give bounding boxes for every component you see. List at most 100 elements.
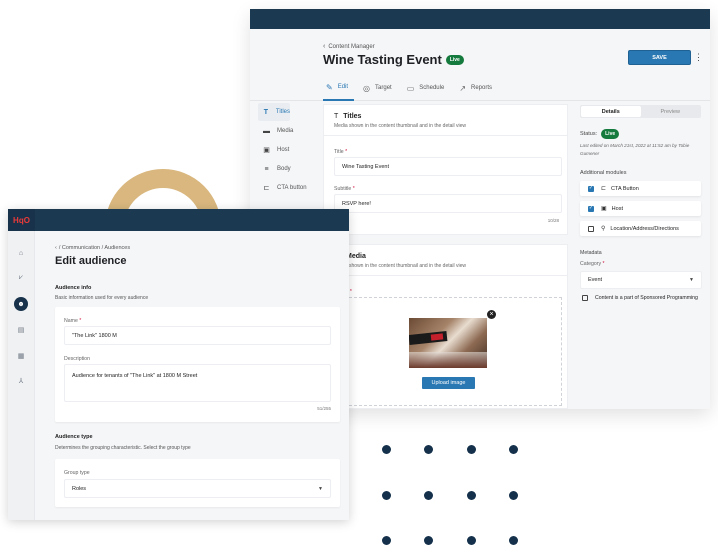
caret-down-icon: ▼ [318,485,323,492]
more-options-icon[interactable]: ⋮ [694,52,703,62]
breadcrumb[interactable]: ‹ / Communication / Audiences [55,245,130,251]
name-input[interactable]: "The Link" 1800 M [64,326,331,345]
person-box-icon: ▣ [263,147,270,154]
chevron-left-icon: ‹ [323,43,326,50]
person-box-icon: ▣ [601,206,607,212]
top-app-bar: HqO [8,209,349,231]
metadata-heading: Metadata [580,250,602,256]
checkbox-icon[interactable] [588,225,594,232]
module-cta-button[interactable]: ✓ ⊏ CTA Button [580,181,701,196]
title-input[interactable]: Wine Tasting Event [334,157,562,176]
sidebar: ⌂ ⩗ ☻ ▤ ▦ ⅄ [8,231,35,520]
decorative-dot [467,536,476,545]
checkbox-checked-icon[interactable]: ✓ [588,185,594,192]
audience-type-subtitle: Determines the grouping characteristic. … [55,445,191,451]
tab-reports[interactable]: ↗ Reports [456,75,498,101]
chart-icon[interactable]: ⩗ [14,271,28,285]
nav-item-host[interactable]: ▣ Host [258,141,320,159]
decorative-dot [424,491,433,500]
description-textarea[interactable]: Audience for tenants of "The Link" at 18… [64,364,331,402]
image-dropzone[interactable]: × Upload image [334,297,562,406]
titles-card: T Titles Media shown in the content thumb… [323,104,568,235]
calendar-icon: ▭ [406,83,415,93]
module-host[interactable]: ✓ ▣ Host [580,201,701,216]
remove-image-icon[interactable]: × [487,310,496,319]
audience-info-subtitle: Basic information used for every audienc… [55,295,149,301]
image-icon: ▬ [263,127,270,135]
group-type-label: Group type [64,470,90,476]
decorative-dot [424,445,433,454]
details-panel: Details Preview Status: Live Last edited … [570,101,710,406]
decorative-dot [424,536,433,545]
grid-icon[interactable]: ▦ [14,349,28,363]
location-pin-icon: ⚲ [601,226,606,232]
target-icon: ◎ [363,83,371,93]
section-nav: T Titles ▬ Media ▣ Host ≡ Body ⊏ CTA button [258,103,320,198]
text-icon: T [334,113,339,120]
name-label: Name * [64,318,82,324]
description-label: Description [64,356,90,362]
hqo-logo[interactable]: HqO [8,209,35,231]
page-header: ‹ Content Manager Wine Tasting Event Live … [250,29,710,101]
tab-schedule[interactable]: ▭ Schedule [404,75,451,101]
thumbnail-image [409,318,487,368]
subtitle-input[interactable]: RSVP here! [334,194,562,213]
trend-icon: ↗ [459,83,467,93]
audience-icon[interactable]: ☻ [14,297,28,311]
media-card: ▬Media Media shown in the content thumbn… [323,244,568,409]
last-edited-text: Last edited on March 21st, 2022 at 11:52… [580,143,690,156]
decorative-dot [382,491,391,500]
category-label: Category * [580,261,605,267]
audience-editor-window: HqO ⌂ ⩗ ☻ ▤ ▦ ⅄ ‹ / Communication / Audie… [8,209,349,520]
tab-bar: ✎ Edit ◎ Target ▭ Schedule ↗ Reports [323,75,504,101]
decorative-dot [382,445,391,454]
description-char-counter: 51/255 [317,406,331,411]
modules-heading: Additional modules [580,170,627,176]
save-button[interactable]: SAVE [628,50,691,65]
text-icon: T [263,108,269,116]
branch-icon[interactable]: ⅄ [14,374,28,388]
body-icon: ≡ [264,165,269,173]
marketing-composite: ‹ Content Manager Wine Tasting Event Live … [0,0,718,545]
audience-info-heading: Audience info [55,285,92,291]
segment-details[interactable]: Details [581,106,641,117]
checkbox-icon[interactable] [582,295,588,301]
breadcrumb[interactable]: ‹ Content Manager [323,43,375,50]
subtitle-char-counter: 10/28 [547,218,559,223]
upload-image-button[interactable]: Upload image [422,377,475,389]
nav-item-titles[interactable]: T Titles [258,103,290,121]
chevron-left-icon: ‹ [55,245,57,251]
audience-type-card: Group type Roles ▼ [55,459,340,507]
button-icon: ⊏ [601,186,607,192]
checkbox-checked-icon[interactable]: ✓ [588,205,594,212]
status-badge: Live [445,54,464,65]
page-title: Edit audience [55,255,127,267]
pencil-icon: ✎ [326,82,333,92]
decorative-dot [509,491,518,500]
decorative-dot [382,536,391,545]
caret-down-icon: ▼ [689,277,694,283]
nav-item-media[interactable]: ▬ Media [258,122,320,140]
segment-preview[interactable]: Preview [641,106,701,117]
sponsored-checkbox[interactable]: Content is a part of Sponsored Programmi… [582,295,698,301]
page-title: Wine Tasting Event Live [323,52,464,67]
decorative-dot [467,491,476,500]
category-select[interactable]: Event ▼ [580,271,702,289]
audience-type-heading: Audience type [55,434,93,440]
subtitle-label: Subtitle * [334,186,355,192]
nav-item-cta-button[interactable]: ⊏ CTA button [258,179,320,197]
status-row: Status: Live [580,129,620,139]
title-label: Title * [334,149,348,155]
status-badge: Live [601,129,620,139]
store-icon[interactable]: ▤ [14,323,28,337]
details-preview-toggle: Details Preview [580,105,701,118]
tab-target[interactable]: ◎ Target [360,75,398,101]
module-location[interactable]: ⚲ Location/Address/Directions [580,221,701,236]
audience-info-card: Name * "The Link" 1800 M Description Aud… [55,307,340,422]
decorative-dot [509,536,518,545]
nav-item-body[interactable]: ≡ Body [258,160,320,178]
tab-edit[interactable]: ✎ Edit [323,75,355,101]
button-icon: ⊏ [263,185,270,192]
home-icon[interactable]: ⌂ [14,246,28,260]
group-type-select[interactable]: Roles ▼ [64,479,331,498]
